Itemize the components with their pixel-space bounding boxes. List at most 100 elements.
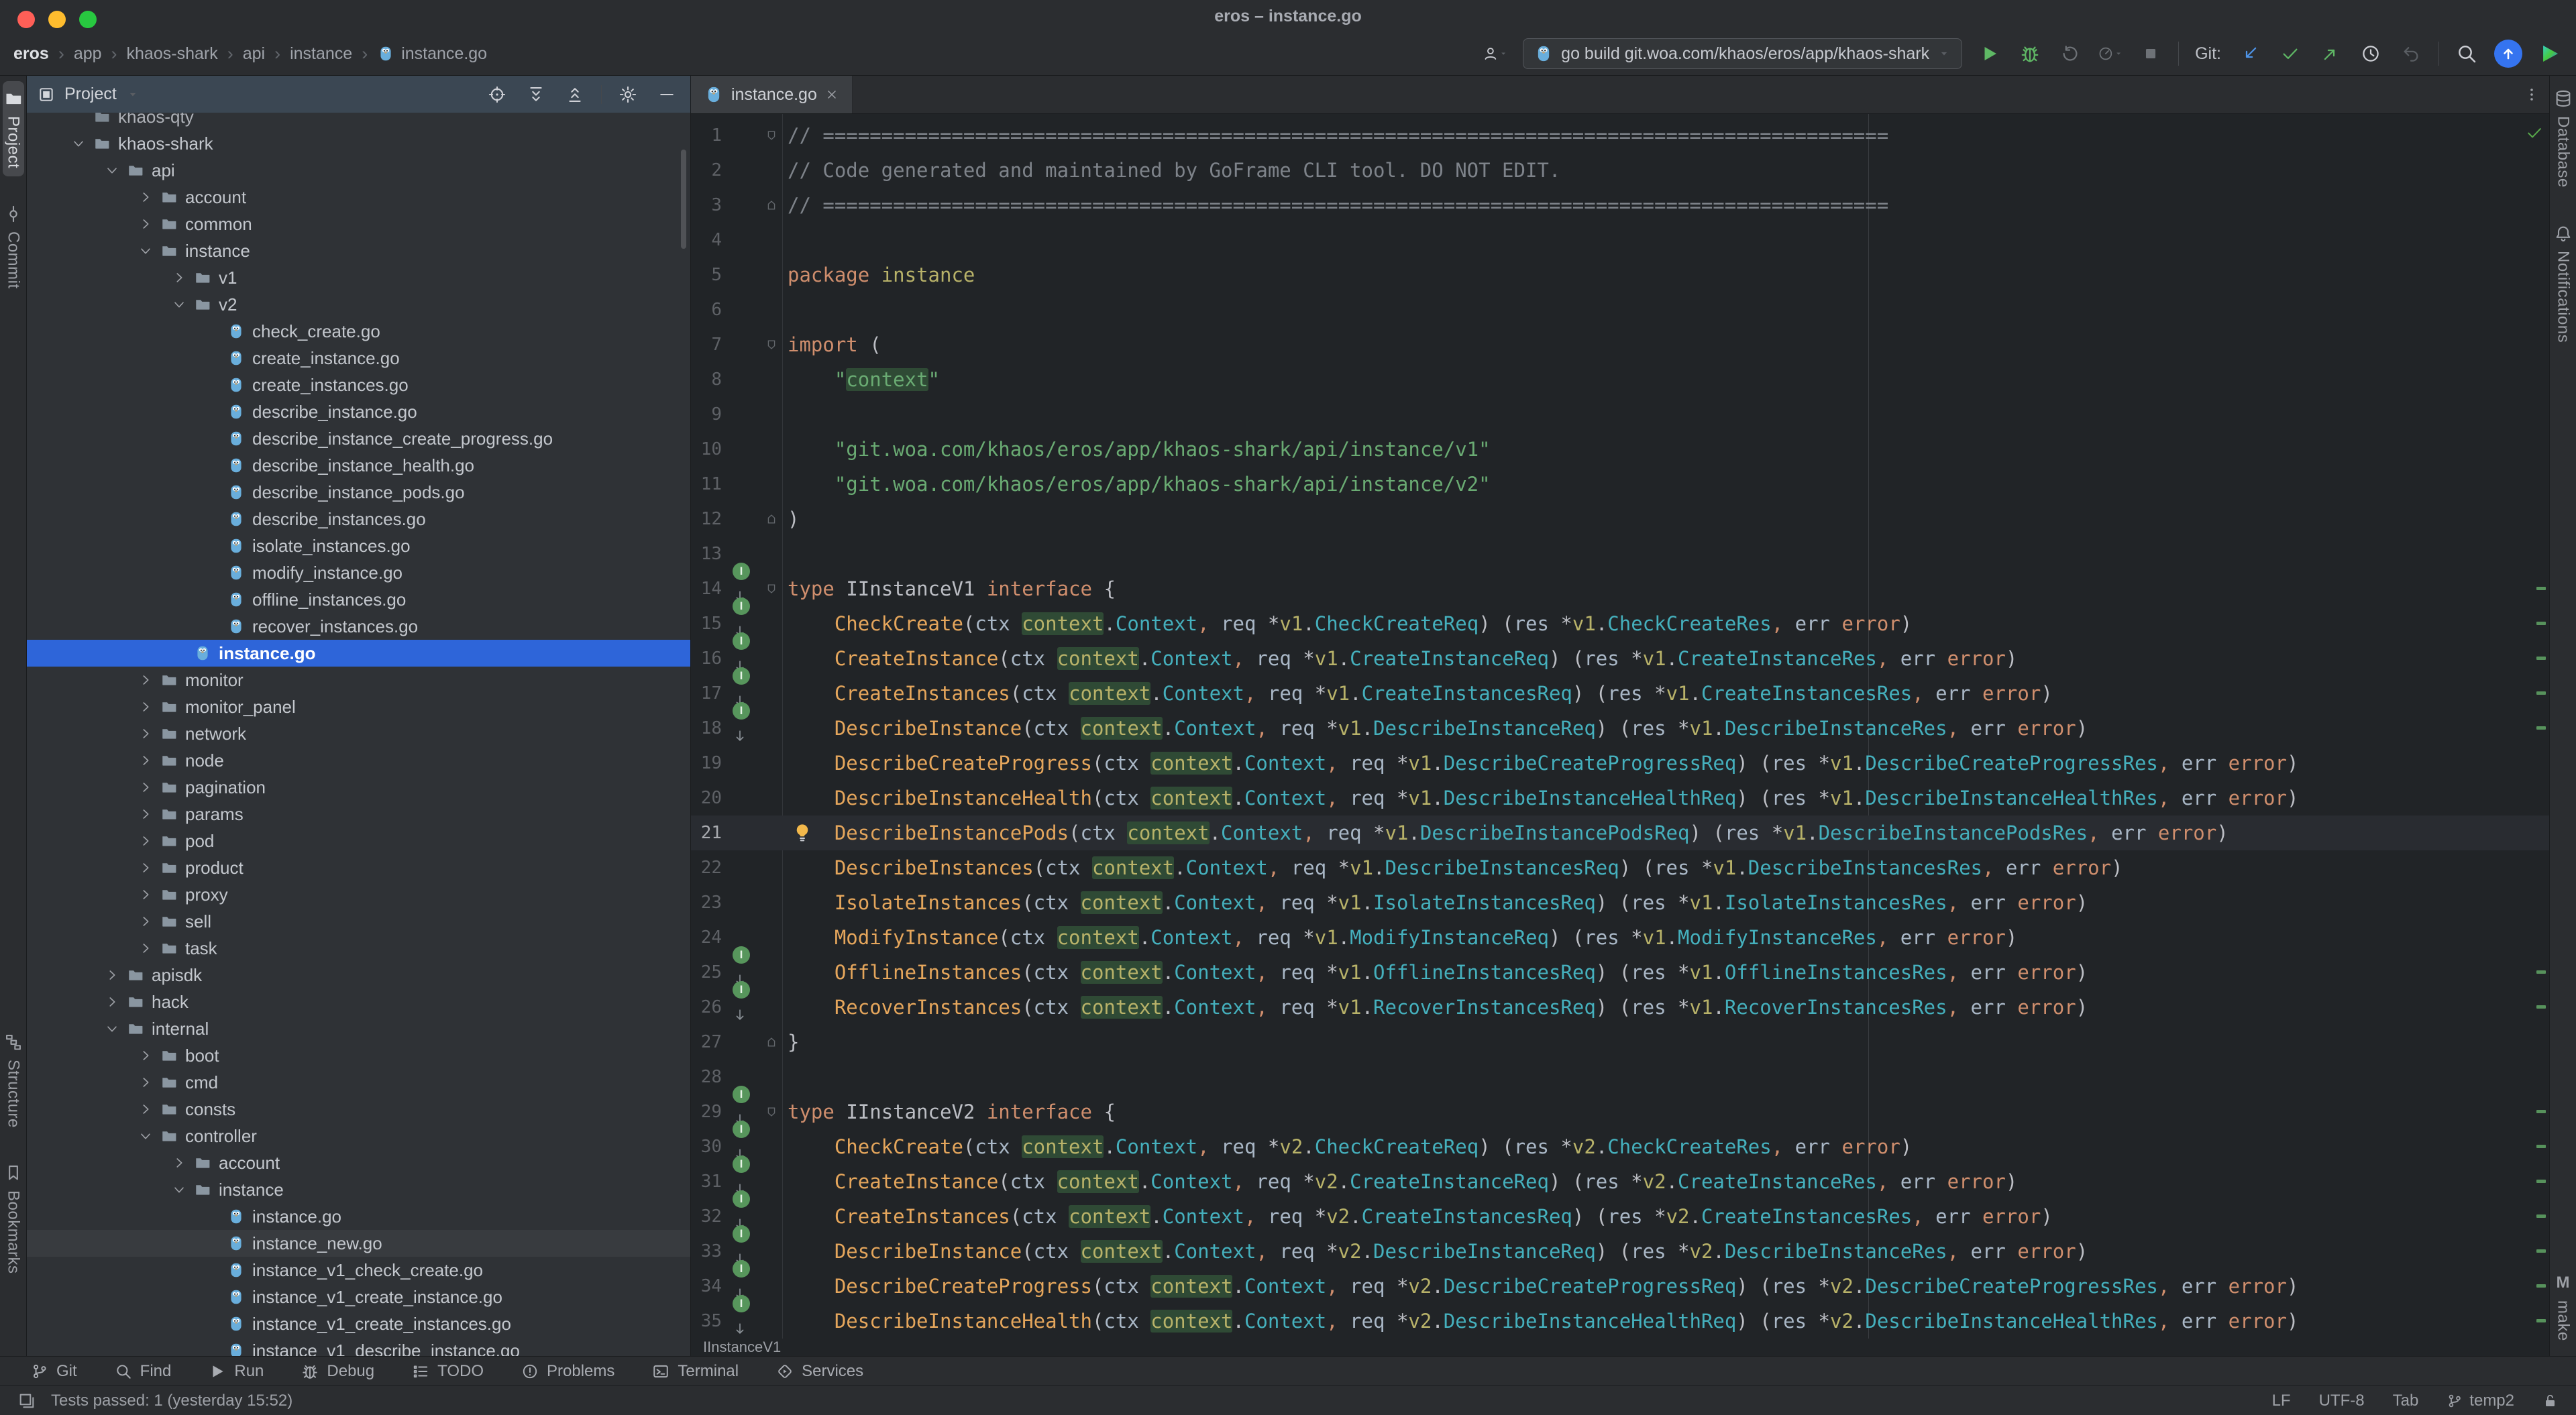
tab-options-button[interactable]	[2524, 76, 2540, 113]
tree-item-boot[interactable]: boot	[27, 1042, 690, 1069]
line-number[interactable]: 5	[691, 258, 722, 292]
code-line-5[interactable]: 5 package instance	[691, 258, 2549, 292]
code-line-1[interactable]: 1 // ===================================…	[691, 118, 2549, 153]
tree-item-product[interactable]: product	[27, 854, 690, 881]
status-message[interactable]: Tests passed: 1 (yesterday 15:52)	[51, 1392, 292, 1410]
tab-instance-go[interactable]: instance.go	[691, 76, 853, 113]
line-number[interactable]: 23	[691, 885, 722, 920]
tree-item-khaos-shark[interactable]: khaos-shark	[27, 130, 690, 157]
tree-item-v2[interactable]: v2	[27, 291, 690, 318]
user-account-button[interactable]	[1483, 41, 1508, 66]
tree-item-api[interactable]: api	[27, 157, 690, 184]
fold-end-icon[interactable]	[765, 512, 778, 526]
stripe-tab-structure[interactable]: Structure	[3, 1025, 24, 1136]
code-line-25[interactable]: 25 I OfflineInstances(ctx context.Contex…	[691, 955, 2549, 990]
code-line-6[interactable]: 6	[691, 292, 2549, 327]
tree-item-instance.go[interactable]: instance.go	[27, 640, 690, 667]
tree-item-describe_instance.go[interactable]: describe_instance.go	[27, 398, 690, 425]
tree-item-instance[interactable]: instance	[27, 1176, 690, 1203]
select-opened-file-button[interactable]	[484, 82, 510, 107]
stripe-tab-database[interactable]: Database	[2553, 81, 2574, 196]
code-line-22[interactable]: 22 DescribeInstances(ctx context.Context…	[691, 850, 2549, 885]
tree-item-sell[interactable]: sell	[27, 908, 690, 935]
line-number[interactable]: 8	[691, 362, 722, 397]
code-line-23[interactable]: 23 IsolateInstances(ctx context.Context,…	[691, 885, 2549, 920]
history-button[interactable]	[2358, 41, 2383, 66]
code-line-20[interactable]: 20 DescribeInstanceHealth(ctx context.Co…	[691, 781, 2549, 815]
tree-item-network[interactable]: network	[27, 720, 690, 747]
error-stripe-mark[interactable]	[2536, 726, 2546, 730]
inspections-ok-icon[interactable]	[2525, 123, 2544, 142]
breadcrumb-item[interactable]: app	[74, 44, 102, 64]
line-number[interactable]: 19	[691, 746, 722, 781]
tree-item-controller[interactable]: controller	[27, 1123, 690, 1149]
tree-item-apisdk[interactable]: apisdk	[27, 962, 690, 988]
tree-item-check_create.go[interactable]: check_create.go	[27, 318, 690, 345]
tree-item-pod[interactable]: pod	[27, 828, 690, 854]
tree-item-monitor_panel[interactable]: monitor_panel	[27, 693, 690, 720]
tree-item-cmd[interactable]: cmd	[27, 1069, 690, 1096]
code-line-15[interactable]: 15 I CheckCreate(ctx context.Context, re…	[691, 606, 2549, 641]
code-line-10[interactable]: 10 "git.woa.com/khaos/eros/app/khaos-sha…	[691, 432, 2549, 467]
tree-item-account[interactable]: account	[27, 184, 690, 211]
line-number[interactable]: 26	[691, 990, 722, 1025]
line-number[interactable]: 18	[691, 711, 722, 746]
tree-item-pagination[interactable]: pagination	[27, 774, 690, 801]
tree-item-node[interactable]: node	[27, 747, 690, 774]
project-panel-title[interactable]: Project	[64, 84, 117, 104]
run-button[interactable]	[1977, 41, 2002, 66]
tree-item-v1[interactable]: v1	[27, 264, 690, 291]
toolwindow-button-services[interactable]: Services	[776, 1362, 863, 1381]
error-stripe-mark[interactable]	[2536, 1214, 2546, 1218]
error-stripe-mark[interactable]	[2536, 1005, 2546, 1009]
error-stripe-mark[interactable]	[2536, 587, 2546, 590]
tree-item-instance_v1_describe_instance.go[interactable]: instance_v1_describe_instance.go	[27, 1337, 690, 1356]
line-number[interactable]: 6	[691, 292, 722, 327]
line-number[interactable]: 25	[691, 955, 722, 990]
tree-scrollbar[interactable]	[681, 150, 686, 249]
search-everywhere-button[interactable]	[2454, 41, 2479, 66]
tree-item-instance_new.go[interactable]: instance_new.go	[27, 1230, 690, 1257]
editor-breadcrumb[interactable]: IInstanceV1	[691, 1339, 2549, 1356]
toolwindow-button-problems[interactable]: Problems	[521, 1362, 614, 1381]
line-number[interactable]: 34	[691, 1269, 722, 1304]
breadcrumb-item[interactable]: instance.go	[377, 44, 487, 64]
code-line-28[interactable]: 28	[691, 1060, 2549, 1094]
line-number[interactable]: 3	[691, 188, 722, 223]
line-number[interactable]: 10	[691, 432, 722, 467]
tree-item-instance_v1_check_create.go[interactable]: instance_v1_check_create.go	[27, 1257, 690, 1284]
line-number[interactable]: 35	[691, 1304, 722, 1339]
run-with-coverage-button[interactable]	[2057, 41, 2083, 66]
collapse-all-button[interactable]	[562, 82, 588, 107]
line-number[interactable]: 16	[691, 641, 722, 676]
code-line-29[interactable]: 29 I type IInstanceV2 interface {	[691, 1094, 2549, 1129]
layout-settings-button[interactable]	[17, 1392, 36, 1410]
code-line-16[interactable]: 16 I CreateInstance(ctx context.Context,…	[691, 641, 2549, 676]
fold-start-icon[interactable]	[765, 129, 778, 142]
line-number[interactable]: 27	[691, 1025, 722, 1060]
code-line-2[interactable]: 2 // Code generated and maintained by Go…	[691, 153, 2549, 188]
profiler-button[interactable]	[2098, 41, 2123, 66]
code-line-32[interactable]: 32 I CreateInstances(ctx context.Context…	[691, 1199, 2549, 1234]
line-number[interactable]: 30	[691, 1129, 722, 1164]
tree-item-describe_instances.go[interactable]: describe_instances.go	[27, 506, 690, 532]
error-stripe-mark[interactable]	[2536, 657, 2546, 660]
breadcrumb-item[interactable]: eros	[13, 44, 49, 64]
status-lf-widget[interactable]: LF	[2272, 1392, 2291, 1410]
tree-item-proxy[interactable]: proxy	[27, 881, 690, 908]
code-line-35[interactable]: 35 I DescribeInstanceHealth(ctx context.…	[691, 1304, 2549, 1339]
stripe-tab-notifications[interactable]: Notifications	[2553, 216, 2574, 351]
update-project-button[interactable]	[2237, 41, 2263, 66]
tree-item-common[interactable]: common	[27, 211, 690, 237]
tree-item-params[interactable]: params	[27, 801, 690, 828]
line-number[interactable]: 13	[691, 536, 722, 571]
code-line-31[interactable]: 31 I CreateInstance(ctx context.Context,…	[691, 1164, 2549, 1199]
stop-button[interactable]	[2138, 41, 2163, 66]
toolwindow-button-debug[interactable]: Debug	[301, 1362, 374, 1381]
error-stripe-mark[interactable]	[2536, 1110, 2546, 1113]
breadcrumb-item[interactable]: api	[243, 44, 265, 64]
breadcrumb-item[interactable]: khaos-shark	[127, 44, 218, 64]
rollback-button[interactable]	[2398, 41, 2424, 66]
fold-start-icon[interactable]	[765, 338, 778, 351]
status-tab-widget[interactable]: Tab	[2393, 1392, 2419, 1410]
